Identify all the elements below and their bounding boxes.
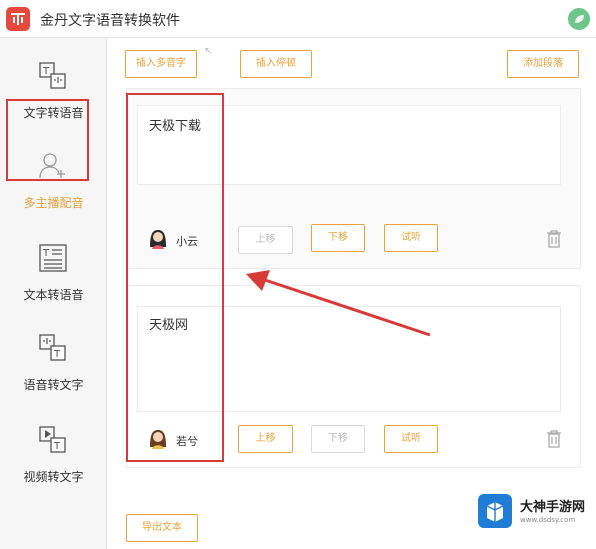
app-logo-icon [6, 7, 30, 31]
svg-text:T: T [42, 66, 50, 77]
voice-avatar-icon[interactable] [147, 227, 169, 249]
sidebar-item-label: 多主播配音 [23, 196, 84, 210]
watermark-url: www.dsdsy.com [520, 516, 576, 524]
site-watermark: 大神手游网 www.dsdsy.com [478, 492, 590, 530]
sidebar-item-label: 语音转文字 [23, 378, 84, 392]
voice-name: 若兮 [176, 435, 198, 448]
text-to-speech-icon: T [39, 62, 66, 89]
sidebar-item-speech-to-text[interactable]: T 语音转文字 [0, 322, 107, 408]
speech-to-text-icon: T [39, 334, 66, 361]
export-text-button[interactable]: 导出文本 [126, 514, 198, 542]
svg-text:T: T [53, 349, 61, 360]
video-to-text-icon: T [39, 426, 66, 453]
watermark-logo-icon [478, 494, 512, 528]
sidebar-item-label: 视频转文字 [23, 470, 84, 484]
segment-card: 天极下载 小云 上移 下移 试听 [126, 88, 581, 269]
trash-icon[interactable] [545, 229, 563, 249]
sidebar-item-document-to-speech[interactable]: T 文本转语音 [0, 232, 107, 318]
app-title: 金丹文字语音转换软件 [40, 13, 180, 29]
segment-card: 天极网 若兮 上移 下移 试听 [126, 285, 581, 468]
title-bar: 金丹文字语音转换软件 [0, 0, 596, 38]
listen-button[interactable]: 试听 [384, 425, 438, 453]
trash-icon[interactable] [545, 429, 563, 449]
insert-polyphone-button[interactable]: 插入多音字 [125, 50, 197, 78]
move-up-button[interactable]: 上移 [238, 425, 293, 453]
status-leaf-icon[interactable] [568, 8, 590, 30]
segment-text-area[interactable] [137, 306, 561, 412]
insert-pause-button[interactable]: 插入停顿 [240, 50, 312, 78]
svg-text:T: T [42, 248, 50, 259]
active-item-highlight [6, 99, 89, 181]
move-down-button[interactable]: 下移 [311, 224, 365, 252]
move-down-button[interactable]: 下移 [311, 425, 365, 453]
voice-avatar-icon[interactable] [147, 427, 169, 449]
segment-text: 天极下载 [149, 119, 202, 134]
segment-text: 天极网 [149, 318, 189, 333]
cursor-pointer-icon: ↖ [204, 46, 213, 57]
document-text-icon: T [39, 244, 67, 272]
add-segment-button[interactable]: 添加段落 [507, 50, 579, 78]
sidebar-item-video-to-text[interactable]: T 视频转文字 [0, 414, 107, 500]
svg-text:T: T [53, 441, 61, 452]
listen-button[interactable]: 试听 [384, 224, 438, 252]
watermark-title: 大神手游网 [520, 500, 586, 515]
move-up-button[interactable]: 上移 [238, 226, 293, 254]
voice-name: 小云 [176, 235, 198, 248]
sidebar-item-label: 文本转语音 [23, 288, 84, 302]
